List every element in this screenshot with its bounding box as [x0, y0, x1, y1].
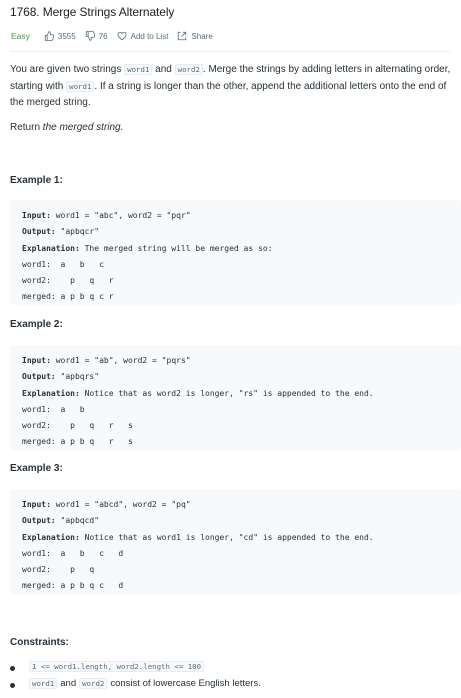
example-title: Example 3: [10, 463, 63, 474]
example-word2-line: word2: p q [22, 565, 95, 575]
explanation-value: The merged string will be merged as so: [79, 243, 273, 253]
example-input-line: Input: word1 = "abc", word2 = "pqr" [22, 208, 449, 224]
output-value: "apbqcd" [55, 516, 100, 526]
return-paragraph: Return the merged string. [10, 120, 456, 137]
thumbs-down-icon [85, 31, 95, 41]
constraints-title: Constraints: [10, 637, 69, 648]
example-merged-line: merged: a p b q c r [22, 292, 114, 302]
example-block: Input: word1 = "ab", word2 = "pqrs" Outp… [10, 345, 461, 450]
output-value: "apbqrs" [55, 372, 100, 382]
like-count: 3555 [57, 31, 76, 41]
return-emphasis: the merged string. [42, 122, 124, 133]
input-value: word1 = "abc", word2 = "pqr" [50, 211, 191, 220]
example-explanation-line: Explanation: Notice that as word2 is lon… [22, 386, 449, 402]
example-title: Example 1: [10, 175, 63, 186]
inline-code: word2 [79, 678, 108, 689]
example-merged-line: merged: a p b q c d [22, 581, 124, 591]
share-icon [178, 31, 187, 41]
explanation-value: Notice that as word2 is longer, "rs" is … [79, 388, 374, 398]
inline-code: word1 [66, 80, 95, 92]
header-divider [10, 51, 451, 52]
example-word1-line: word1: a b [22, 404, 85, 414]
difficulty-badge: Easy [11, 31, 30, 41]
input-value: word1 = "abcd", word2 = "pq" [50, 500, 191, 509]
constraint-text: and [60, 678, 77, 689]
problem-title: 1768. Merge Strings Alternately [10, 5, 175, 19]
desc-text: You are given two strings [10, 64, 125, 75]
input-label: Input: [22, 356, 51, 365]
example-input-line: Input: word1 = "ab", word2 = "pqrs" [22, 353, 449, 369]
inline-code: word1 [29, 678, 58, 689]
example-output-line: Output: "apbqrs" [22, 369, 449, 385]
example-explanation-line: Explanation: The merged string will be m… [22, 241, 449, 257]
example-input-line: Input: word1 = "abcd", word2 = "pq" [22, 497, 449, 513]
add-to-list-button[interactable]: Add to List [117, 31, 169, 41]
description-paragraph: You are given two strings word1 and word… [10, 62, 456, 112]
share-label: Share [191, 31, 213, 41]
add-to-list-label: Add to List [130, 31, 169, 41]
share-button[interactable]: Share [177, 31, 213, 41]
example-block: Input: word1 = "abcd", word2 = "pq" Outp… [10, 489, 461, 594]
example-output-line: Output: "apbqcd" [22, 513, 449, 529]
problem-meta-bar: Easy 3555 76 Add to List Share [11, 29, 222, 43]
example-word1-line: word1: a b c [22, 259, 104, 269]
input-value: word1 = "ab", word2 = "pqrs" [50, 356, 191, 365]
constraint-text: consist of lowercase English letters. [110, 678, 261, 689]
inline-code: word1 [124, 64, 153, 75]
dislike-count: 76 [98, 31, 108, 41]
explanation-label: Explanation: [22, 388, 80, 398]
example-title: Example 2: [10, 319, 63, 330]
output-label: Output: [22, 372, 56, 382]
heart-outline-icon [117, 31, 127, 41]
desc-text: and [152, 64, 175, 75]
example-merged-line: merged: a p b q r s [22, 437, 133, 447]
example-output-line: Output: "apbqcr" [22, 224, 449, 240]
example-explanation-line: Explanation: Notice that as word1 is lon… [22, 530, 449, 546]
output-label: Output: [22, 516, 56, 526]
return-text: Return [10, 122, 43, 133]
explanation-value: Notice that as word1 is longer, "cd" is … [79, 532, 374, 542]
example-word2-line: word2: p q r s [22, 421, 133, 431]
input-label: Input: [22, 500, 51, 509]
output-value: "apbqcr" [55, 227, 100, 237]
inline-code: 1 <= word1.length, word2.length <= 100 [29, 661, 205, 672]
input-label: Input: [22, 211, 51, 220]
like-button[interactable]: 3555 [44, 31, 76, 41]
example-word1-line: word1: a b c d [22, 548, 124, 558]
dislike-button[interactable]: 76 [85, 31, 108, 41]
inline-code: word2 [174, 64, 203, 75]
example-word2-line: word2: p q r [22, 276, 114, 286]
example-block: Input: word1 = "abc", word2 = "pqr" Outp… [10, 200, 461, 305]
thumbs-up-icon [44, 31, 54, 41]
explanation-label: Explanation: [22, 532, 80, 542]
output-label: Output: [22, 227, 56, 237]
constraint-item: 1 <= word1.length, word2.length <= 100 [9, 661, 207, 672]
explanation-label: Explanation: [22, 243, 80, 253]
constraint-item: word1 and word2 consist of lowercase Eng… [10, 678, 261, 689]
